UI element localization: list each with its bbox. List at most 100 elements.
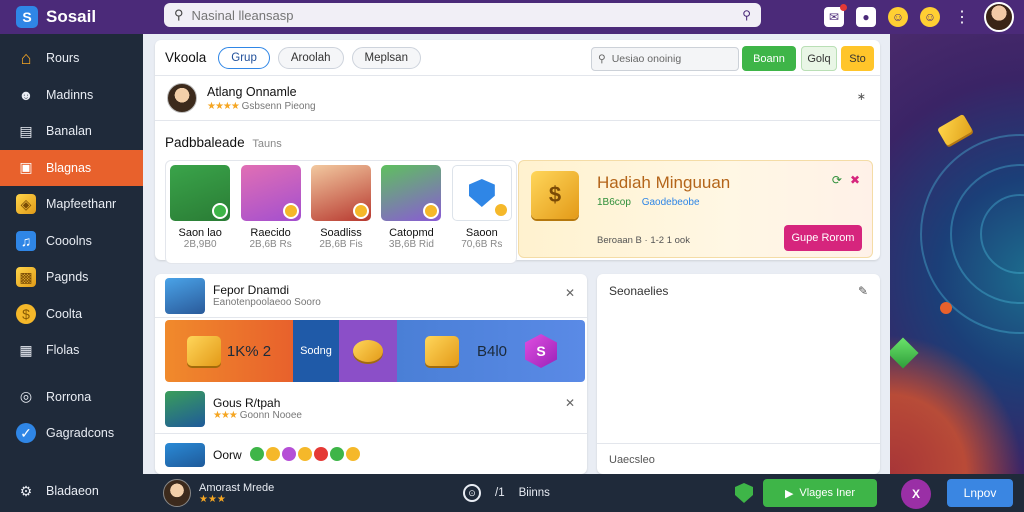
blue-action-button[interactable]: Lnpov bbox=[947, 479, 1013, 507]
gold-bar-decoration bbox=[937, 113, 973, 147]
featured-subtitle: Tauns bbox=[252, 138, 282, 150]
feed-item-name: Fepor Dnamdi bbox=[213, 283, 290, 297]
game-card[interactable]: Saon lao 2B,9B0 bbox=[170, 165, 231, 259]
main-content: Vkoola Grup Aroolah Meplsan ⚲ Uesiao ono… bbox=[143, 34, 890, 474]
coin-icon: $ bbox=[16, 303, 36, 324]
app-logo[interactable]: S Sosail bbox=[0, 6, 160, 28]
feed-item-meta: Goonn Nooee bbox=[239, 410, 302, 421]
game-card[interactable]: Soadliss 2B,6B Fis bbox=[311, 165, 372, 259]
game-card[interactable]: Raecido 2B,6B Rs bbox=[240, 165, 301, 259]
sidebar-item-madinns[interactable]: ☻ Madinns bbox=[0, 77, 143, 114]
search-bar[interactable]: ⚲ ⚲ bbox=[164, 3, 761, 27]
sidebar-item-coolta[interactable]: $ Coolta bbox=[0, 296, 143, 333]
badge-icon bbox=[282, 203, 299, 219]
side-panel-title: Seonaelies bbox=[609, 284, 669, 298]
side-panel-footer: Uaecsleo bbox=[609, 454, 655, 466]
chart-icon: ▤ bbox=[19, 122, 33, 139]
promo-link[interactable]: Gaodebeobe bbox=[642, 197, 700, 208]
bottom-mid-label: Biinns bbox=[518, 487, 550, 499]
sidebar-item-label: Gagradcons bbox=[46, 426, 115, 441]
sidebar-footer-settings[interactable]: ⚙ Bladaeon bbox=[0, 476, 143, 506]
rewards-banner[interactable]: 1K% 2 Sodng B4l0 S bbox=[165, 320, 585, 382]
feed-item[interactable]: Oorw bbox=[155, 436, 587, 474]
yellow-button[interactable]: Sto bbox=[841, 46, 874, 71]
voice-search-icon[interactable]: ⚲ bbox=[742, 8, 751, 22]
game-card[interactable]: Catopmd 3B,6B Rid bbox=[381, 165, 442, 259]
feed-item-name: Gous R/tpah bbox=[213, 396, 281, 410]
collapse-icon[interactable]: ∗ bbox=[857, 90, 866, 103]
top-icons: ✉ ● ☺ ☺ ⋮ bbox=[824, 0, 1024, 34]
badge-icon bbox=[492, 202, 509, 218]
search-input[interactable] bbox=[191, 7, 735, 23]
status-circle-icon[interactable]: ⊙ bbox=[463, 484, 481, 502]
page-title: Vkoola bbox=[165, 50, 207, 65]
feed-avatar bbox=[165, 390, 205, 427]
user-avatar[interactable] bbox=[984, 2, 1014, 32]
filter-search-input[interactable]: ⚲ Uesiao onoinig bbox=[591, 47, 739, 71]
note-icon: ♫ bbox=[16, 230, 36, 251]
shield-icon bbox=[468, 179, 495, 207]
sidebar-item-flolas[interactable]: ▦ Flolas bbox=[0, 332, 143, 369]
claim-reward-button[interactable]: Gupe Rorom bbox=[784, 225, 862, 251]
sidebar-item-label: Cooolns bbox=[46, 233, 92, 248]
shield-icon: ✓ bbox=[16, 423, 36, 444]
profile-small-icon[interactable]: ☺ bbox=[920, 7, 940, 27]
sidebar-item-label: Mapfeethanr bbox=[46, 197, 117, 212]
promo-icons: ⟳ ✖ bbox=[832, 173, 860, 187]
green-action-label: Vlages Iner bbox=[799, 487, 856, 499]
sidebar-item-gagradcons[interactable]: ✓ Gagradcons bbox=[0, 415, 143, 452]
feed-item[interactable]: Gous R/tpah ★★★ Goonn Nooee ✕ bbox=[155, 384, 587, 434]
user-row[interactable]: Atlang Onnamle ★★★★ Gsbsenn Pieong ∗ bbox=[155, 76, 880, 121]
banner-segment-gold bbox=[339, 320, 397, 382]
promo-info: Beroaan B · 1-2 1 ook bbox=[597, 235, 690, 246]
green-action-button[interactable]: ▶ Vlages Iner bbox=[763, 479, 877, 507]
sidebar-item-cooolns[interactable]: ♫ Cooolns bbox=[0, 223, 143, 260]
notification-dot bbox=[840, 4, 847, 11]
refresh-icon[interactable]: ⟳ bbox=[832, 173, 842, 187]
sidebar-item-banalan[interactable]: ▤ Banalan bbox=[0, 113, 143, 150]
pin-icon[interactable]: ✎ bbox=[858, 284, 868, 298]
feed-item[interactable]: Fepor Dnamdi Eanotenpoolaeoo Sooro ✕ bbox=[155, 274, 587, 318]
feed-item-meta: Eanotenpoolaeoo Sooro bbox=[213, 297, 321, 308]
tab-meplsan[interactable]: Meplsan bbox=[351, 46, 421, 69]
game-card[interactable]: Saoon 70,6B Rs bbox=[451, 165, 512, 259]
orange-orb-decoration bbox=[940, 302, 952, 314]
gem-icon: S bbox=[525, 334, 558, 368]
search-icon: ⚲ bbox=[598, 53, 606, 65]
game-count: 2B,6B Fis bbox=[319, 239, 363, 250]
sidebar-item-mapfeethanr[interactable]: ◈ Mapfeethanr bbox=[0, 186, 143, 223]
grid-menu-icon[interactable]: ⋮ bbox=[952, 7, 972, 27]
primary-button[interactable]: Boann bbox=[742, 46, 796, 71]
tab-grup[interactable]: Grup bbox=[218, 46, 270, 69]
banner-left-value: 1K% 2 bbox=[226, 342, 272, 360]
app-name: Sosail bbox=[46, 7, 97, 26]
secondary-button[interactable]: Golq bbox=[801, 46, 837, 71]
sidebar-item-label: Pagnds bbox=[46, 270, 89, 285]
banner-segment-right: B4l0 S bbox=[397, 320, 585, 382]
badge-icon bbox=[212, 203, 229, 219]
close-icon[interactable]: ✕ bbox=[565, 286, 575, 300]
bottom-user[interactable]: Amorast Mrede ★★★ bbox=[143, 479, 274, 507]
game-thumbnail bbox=[381, 165, 442, 221]
sidebar-item-label: Rorrona bbox=[46, 389, 92, 404]
chat-icon[interactable]: ● bbox=[856, 7, 876, 27]
banner-segment-mid: Sodng bbox=[293, 320, 339, 382]
round-action-button[interactable]: X bbox=[901, 479, 931, 509]
sidebar: ⌂ Rours ☻ Madinns ▤ Banalan ▣ Blagnas ◈ … bbox=[0, 34, 143, 512]
notifications-icon[interactable]: ✉ bbox=[824, 4, 847, 27]
tab-aroolah[interactable]: Aroolah bbox=[277, 46, 344, 69]
close-icon[interactable]: ✕ bbox=[565, 396, 575, 410]
sidebar-item-blagnas[interactable]: ▣ Blagnas bbox=[0, 149, 143, 186]
home-icon: ⌂ bbox=[20, 47, 32, 68]
friends-icon[interactable]: ☺ bbox=[888, 7, 908, 27]
sidebar-item-rorrona[interactable]: ◎ Rorrona bbox=[0, 379, 143, 416]
close-icon[interactable]: ✖ bbox=[850, 173, 860, 187]
user-name: Atlang Onnamle bbox=[207, 84, 297, 99]
sidebar-item-pagnds[interactable]: ▩ Pagnds bbox=[0, 259, 143, 296]
sidebar-item-rours[interactable]: ⌂ Rours bbox=[0, 40, 143, 77]
sidebar-footer-label: Bladaeon bbox=[46, 484, 99, 498]
header-card: Vkoola Grup Aroolah Meplsan ⚲ Uesiao ono… bbox=[155, 40, 880, 264]
game-count: 3B,6B Rid bbox=[388, 239, 434, 250]
badge-icon bbox=[423, 203, 440, 219]
feed-avatar bbox=[165, 277, 205, 314]
